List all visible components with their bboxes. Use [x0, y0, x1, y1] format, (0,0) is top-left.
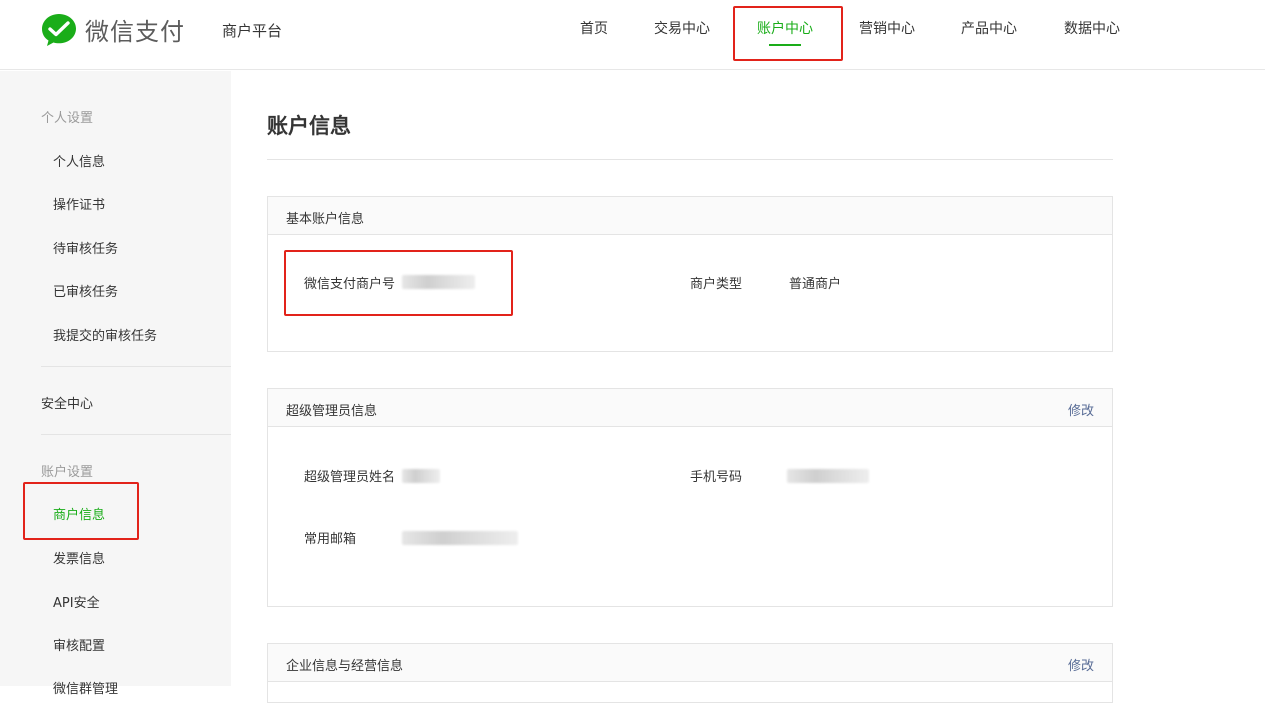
- sidebar-item-api-security[interactable]: API安全: [53, 592, 100, 611]
- email-label: 常用邮箱: [304, 532, 357, 547]
- nav-product-center[interactable]: 产品中心: [961, 18, 1017, 38]
- sidebar-item-pending-review[interactable]: 待审核任务: [53, 238, 118, 257]
- wechat-pay-logo-icon: [42, 13, 76, 46]
- merchant-type-value: 普通商户: [789, 277, 842, 292]
- phone-label: 手机号码: [690, 470, 743, 485]
- card-title: 基本账户信息: [286, 212, 365, 227]
- basic-account-card-header: 基本账户信息: [268, 197, 1112, 235]
- phone-value-masked: [787, 469, 869, 483]
- sidebar-item-my-submitted[interactable]: 我提交的审核任务: [53, 325, 157, 344]
- nav-home[interactable]: 首页: [580, 18, 608, 38]
- company-info-card-header: 企业信息与经营信息 修改: [268, 644, 1112, 682]
- highlight-merchant-id: [284, 250, 513, 316]
- sidebar: [0, 71, 231, 686]
- sidebar-item-security[interactable]: 安全中心: [41, 393, 93, 412]
- sidebar-divider: [41, 434, 231, 435]
- wechat-pay-logo[interactable]: 微信支付: [41, 12, 185, 47]
- super-admin-card: 超级管理员信息 修改 超级管理员姓名 手机号码 常用邮箱: [267, 388, 1113, 607]
- page-title: 账户信息: [267, 114, 351, 138]
- edit-admin-link[interactable]: 修改: [1068, 400, 1094, 419]
- company-info-card: 企业信息与经营信息 修改: [267, 643, 1113, 703]
- admin-name-label: 超级管理员姓名: [304, 470, 396, 485]
- sidebar-group-personal: 个人设置: [41, 111, 94, 126]
- platform-title: 商户平台: [222, 22, 283, 40]
- nav-trade-center[interactable]: 交易中心: [654, 18, 710, 38]
- highlight-merchant-info: [23, 482, 139, 540]
- sidebar-group-account: 账户设置: [41, 465, 94, 480]
- super-admin-card-header: 超级管理员信息 修改: [268, 389, 1112, 427]
- sidebar-item-personal-info[interactable]: 个人信息: [53, 151, 105, 170]
- sidebar-divider: [41, 366, 231, 367]
- card-title: 超级管理员信息: [286, 404, 378, 419]
- top-header: 微信支付 商户平台 首页 交易中心 账户中心 营销中心 产品中心 数据中心: [0, 0, 1265, 70]
- nav-data-center[interactable]: 数据中心: [1064, 18, 1120, 38]
- sidebar-item-reviewed[interactable]: 已审核任务: [53, 281, 118, 300]
- card-title: 企业信息与经营信息: [286, 659, 404, 674]
- highlight-account-center: [733, 6, 843, 61]
- email-value-masked: [402, 531, 518, 545]
- logo-text: 微信支付: [85, 18, 185, 46]
- nav-marketing-center[interactable]: 营销中心: [859, 18, 915, 38]
- title-divider: [267, 159, 1113, 160]
- merchant-type-label: 商户类型: [690, 277, 743, 292]
- sidebar-item-invoice-info[interactable]: 发票信息: [53, 548, 105, 567]
- edit-company-link[interactable]: 修改: [1068, 655, 1094, 674]
- admin-name-value-masked: [402, 469, 440, 483]
- sidebar-item-wechat-group[interactable]: 微信群管理: [53, 678, 118, 697]
- sidebar-item-certificate[interactable]: 操作证书: [53, 194, 105, 213]
- sidebar-item-review-config[interactable]: 审核配置: [53, 635, 105, 654]
